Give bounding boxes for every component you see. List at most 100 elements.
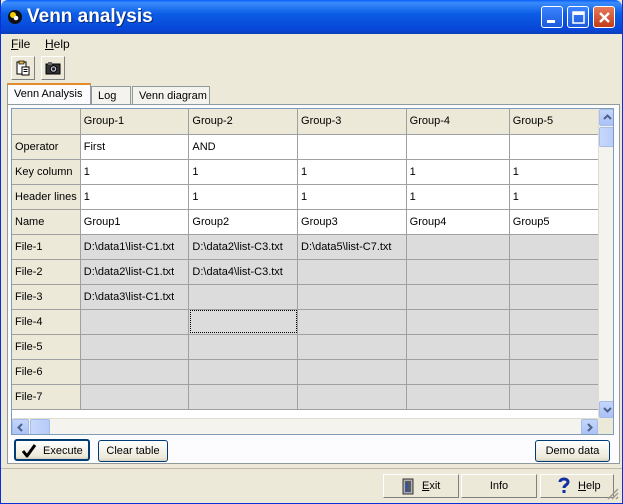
- grid-cell[interactable]: Group3: [297, 209, 407, 235]
- grid-cell[interactable]: [80, 309, 190, 335]
- grid-cell[interactable]: 1: [406, 159, 510, 185]
- grid-cell[interactable]: [80, 384, 190, 410]
- scroll-right-button[interactable]: [581, 419, 598, 434]
- grid-cell[interactable]: [406, 384, 510, 410]
- minimize-button[interactable]: [541, 6, 563, 28]
- grid-cell[interactable]: 1: [188, 159, 299, 185]
- row-header: File-1: [12, 234, 81, 260]
- tab-log[interactable]: Log: [91, 86, 131, 106]
- vertical-scrollbar[interactable]: [598, 109, 613, 418]
- grid-cell[interactable]: [406, 234, 510, 260]
- resize-grip-icon[interactable]: [605, 486, 619, 500]
- scroll-up-button[interactable]: [599, 109, 613, 126]
- grid-cell[interactable]: D:\data2\list-C3.txt: [188, 234, 299, 260]
- menu-file-rest: ile: [18, 37, 31, 51]
- horizontal-scroll-thumb[interactable]: [30, 419, 50, 434]
- maximize-icon: [572, 11, 585, 24]
- vertical-scroll-thumb[interactable]: [599, 127, 613, 147]
- grid-cell[interactable]: [406, 134, 510, 160]
- clear-table-button[interactable]: Clear table: [98, 440, 168, 462]
- grid-cell[interactable]: [80, 334, 190, 360]
- exit-rest: xit: [429, 480, 441, 492]
- help-rest: elp: [585, 480, 601, 492]
- grid-cell[interactable]: 1: [80, 184, 190, 210]
- grid-cell[interactable]: [297, 359, 407, 385]
- grid-cell[interactable]: D:\data2\list-C1.txt: [80, 259, 190, 285]
- exit-button[interactable]: Exit: [383, 474, 459, 498]
- column-header: Group-2: [188, 109, 299, 135]
- info-button[interactable]: Info: [461, 474, 537, 498]
- grid-cell[interactable]: [297, 134, 407, 160]
- grid-cell[interactable]: [188, 334, 299, 360]
- row-header: Operator: [12, 134, 81, 160]
- chevron-right-icon: [587, 423, 593, 432]
- grid-cell[interactable]: D:\data3\list-C1.txt: [80, 284, 190, 310]
- venn-analysis-window: Venn analysis File Help Venn Analysis Lo…: [0, 0, 623, 504]
- grid-cell[interactable]: [188, 284, 299, 310]
- tab-venn-analysis[interactable]: Venn Analysis: [7, 83, 91, 105]
- scroll-left-button[interactable]: [12, 419, 29, 434]
- camera-icon: [45, 62, 61, 75]
- grid-cell[interactable]: [297, 259, 407, 285]
- grid-cell[interactable]: [406, 359, 510, 385]
- grid-cell[interactable]: 1: [297, 159, 407, 185]
- grid-cell[interactable]: [188, 359, 299, 385]
- paste-toolbar-button[interactable]: [11, 56, 35, 80]
- row-header: File-7: [12, 384, 81, 410]
- grid-cell[interactable]: [297, 284, 407, 310]
- help-button[interactable]: Help: [540, 474, 614, 498]
- column-header: Group-3: [297, 109, 407, 135]
- grid-cell[interactable]: D:\data4\list-C3.txt: [188, 259, 299, 285]
- grid-cell[interactable]: D:\data5\list-C7.txt: [297, 234, 407, 260]
- table-row: File-2 D:\data2\list-C1.txt D:\data4\list-…: [12, 259, 613, 285]
- clipboard-paste-icon: [16, 60, 30, 76]
- row-header: Key column: [12, 159, 81, 185]
- grid-cell[interactable]: 1: [80, 159, 190, 185]
- tab-venn-diagram[interactable]: Venn diagram: [132, 86, 210, 106]
- venn-analysis-page: Group-1 Group-2 Group-3 Group-4 Group-5 Opera…: [7, 104, 620, 464]
- app-icon: [8, 10, 22, 24]
- menu-file[interactable]: File: [11, 37, 30, 51]
- info-label: Info: [489, 480, 509, 492]
- grid-cell[interactable]: [188, 309, 299, 335]
- demo-data-button[interactable]: Demo data: [535, 440, 610, 462]
- chevron-left-icon: [17, 423, 23, 432]
- close-icon: [599, 12, 610, 23]
- grid-cell[interactable]: [297, 334, 407, 360]
- grid-cell[interactable]: Group4: [406, 209, 510, 235]
- execute-button[interactable]: Execute: [14, 439, 90, 461]
- group-table[interactable]: Group-1 Group-2 Group-3 Group-4 Group-5 Opera…: [11, 108, 614, 435]
- grid-cell[interactable]: Group2: [188, 209, 299, 235]
- grid-cell[interactable]: First: [80, 134, 190, 160]
- group-grid[interactable]: Group-1 Group-2 Group-3 Group-4 Group-5 Opera…: [12, 109, 613, 410]
- grid-cell[interactable]: [297, 309, 407, 335]
- grid-cell[interactable]: [188, 384, 299, 410]
- row-header: File-2: [12, 259, 81, 285]
- grid-cell[interactable]: 1: [188, 184, 299, 210]
- maximize-button[interactable]: [567, 6, 589, 28]
- grid-cell[interactable]: 1: [297, 184, 407, 210]
- table-row: File-7: [12, 384, 613, 410]
- grid-cell[interactable]: [406, 309, 510, 335]
- grid-cell[interactable]: [80, 359, 190, 385]
- table-row: File-3 D:\data3\list-C1.txt: [12, 284, 613, 310]
- snapshot-toolbar-button[interactable]: [41, 56, 65, 80]
- grid-cell[interactable]: AND: [188, 134, 299, 160]
- scroll-down-button[interactable]: [599, 401, 613, 418]
- menu-help[interactable]: Help: [45, 37, 70, 51]
- grid-cell[interactable]: Group1: [80, 209, 190, 235]
- close-button[interactable]: [593, 6, 615, 28]
- menu-help-rest: elp: [53, 37, 70, 51]
- row-header: Name: [12, 209, 81, 235]
- grid-cell[interactable]: [406, 284, 510, 310]
- horizontal-scrollbar[interactable]: [12, 418, 598, 434]
- grid-cell[interactable]: [297, 384, 407, 410]
- grid-cell[interactable]: [406, 334, 510, 360]
- grid-cell[interactable]: 1: [406, 184, 510, 210]
- table-row: File-6: [12, 359, 613, 385]
- exit-label: Exit: [422, 475, 440, 497]
- table-row: Key column 1 1 1 1 1: [12, 159, 613, 185]
- grid-cell[interactable]: D:\data1\list-C1.txt: [80, 234, 190, 260]
- table-row: File-5: [12, 334, 613, 360]
- grid-cell[interactable]: [406, 259, 510, 285]
